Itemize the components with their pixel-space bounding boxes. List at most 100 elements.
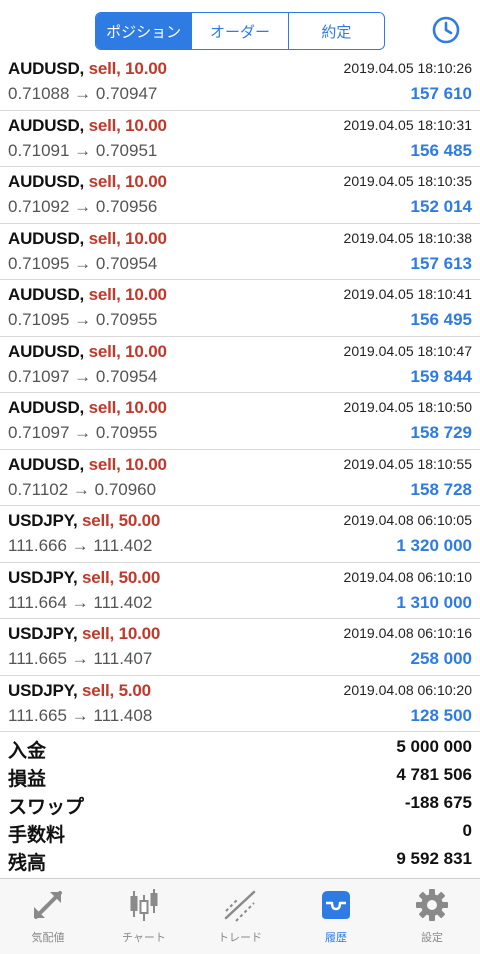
quotes-arrows-icon: [34, 891, 62, 919]
trade-prices: 111.665 → 111.408: [8, 705, 153, 725]
trade-time: 2019.04.08 06:10:20: [343, 681, 472, 698]
segment-orders[interactable]: オーダー: [191, 13, 287, 49]
trade-row[interactable]: AUDUSD, sell, 10.00 2019.04.05 18:10:41 …: [0, 280, 480, 337]
trade-symbol-line: USDJPY, sell, 5.00: [8, 680, 151, 700]
summary-swap: スワップ -188 675: [0, 790, 480, 818]
trade-symbol-line: AUDUSD, sell, 10.00: [8, 341, 167, 361]
trade-symbol: AUDUSD: [8, 228, 80, 248]
summary-label: 手数料: [8, 825, 66, 846]
trade-symbol: AUDUSD: [8, 172, 80, 191]
trade-symbol-line: AUDUSD, sell, 10.00: [8, 285, 167, 304]
trade-row[interactable]: AUDUSD, sell, 10.00 2019.04.05 18:10:47 …: [0, 337, 480, 393]
trade-prices: 111.666 → 111.402: [8, 536, 153, 555]
trade-side-volume: sell, 10.00: [88, 454, 167, 474]
candlestick-chart-icon: [130, 889, 158, 921]
trade-profit: 158 728: [410, 479, 472, 499]
trade-symbol-line: USDJPY, sell, 50.00: [8, 567, 161, 587]
trade-symbol-line: AUDUSD, sell, 10.00: [8, 172, 167, 191]
trade-side-volume: sell, 50.00: [82, 511, 161, 530]
trade-side-volume: sell, 10.00: [88, 398, 167, 417]
tab-label: 設定: [421, 932, 443, 944]
trade-symbol-line: AUDUSD, sell, 10.00: [8, 115, 167, 135]
trade-row[interactable]: AUDUSD, sell, 10.00 2019.04.05 18:10:26 …: [0, 54, 480, 111]
tab-settings[interactable]: 設定: [384, 879, 480, 954]
trade-time: 2019.04.05 18:10:55: [343, 455, 472, 472]
segmented-control: ポジション オーダー 約定: [95, 12, 385, 50]
trade-side-volume: sell, 5.00: [82, 680, 151, 700]
trade-symbol: USDJPY: [8, 511, 73, 530]
trade-profit: 156 495: [410, 310, 472, 329]
trade-prices: 0.71095 → 0.70954: [8, 253, 158, 273]
trade-side-volume: sell, 10.00: [88, 172, 167, 191]
segment-deals[interactable]: 約定: [287, 13, 384, 49]
summary-label: 入金: [8, 741, 47, 762]
trade-prices: 0.71102 → 0.70960: [8, 479, 157, 499]
summary-label: 残高: [8, 853, 47, 874]
trade-row[interactable]: AUDUSD, sell, 10.00 2019.04.05 18:10:38 …: [0, 224, 480, 280]
trade-prices: 0.71097 → 0.70955: [8, 423, 158, 442]
trade-time: 2019.04.05 18:10:38: [343, 229, 472, 246]
top-header: ポジション オーダー 約定: [0, 0, 480, 60]
trade-symbol: AUDUSD: [8, 341, 80, 361]
summary-value: 9 592 831: [396, 849, 472, 868]
trade-row[interactable]: AUDUSD, sell, 10.00 2019.04.05 18:10:35 …: [0, 167, 480, 224]
summary-deposit: 入金 5 000 000: [0, 734, 480, 762]
trade-symbol: USDJPY: [8, 624, 73, 643]
tab-chart[interactable]: チャート: [96, 879, 192, 954]
summary-label: スワップ: [8, 797, 85, 818]
trade-side-volume: sell, 10.00: [88, 59, 167, 78]
trade-row[interactable]: AUDUSD, sell, 10.00 2019.04.05 18:10:50 …: [0, 393, 480, 450]
trade-profit: 258 000: [410, 649, 472, 668]
summary-label: 損益: [8, 769, 47, 790]
trade-profit: 128 500: [410, 705, 472, 725]
trade-prices: 111.665 → 111.407: [8, 649, 153, 668]
trade-symbol: AUDUSD: [8, 115, 80, 135]
trade-prices: 0.71095 → 0.70955: [8, 310, 158, 329]
tab-history[interactable]: 履歴: [288, 879, 384, 954]
summary-value: 4 781 506: [396, 765, 472, 784]
trade-side-volume: sell, 10.00: [88, 115, 167, 135]
clock-icon[interactable]: [430, 14, 462, 46]
trade-symbol: AUDUSD: [8, 398, 80, 417]
trade-symbol-line: AUDUSD, sell, 10.00: [8, 398, 167, 417]
trade-row[interactable]: AUDUSD, sell, 10.00 2019.04.05 18:10:31 …: [0, 111, 480, 167]
tab-trade[interactable]: トレード: [192, 879, 288, 954]
summary-value: 5 000 000: [396, 737, 472, 756]
trade-side-volume: sell, 10.00: [88, 285, 167, 304]
trade-time: 2019.04.05 18:10:26: [343, 60, 472, 76]
tab-label: 履歴: [325, 932, 347, 944]
trade-row[interactable]: USDJPY, sell, 10.00 2019.04.08 06:10:16 …: [0, 619, 480, 676]
trade-prices: 0.71091 → 0.70951: [8, 140, 158, 160]
trade-time: 2019.04.05 18:10:47: [343, 342, 472, 359]
segment-positions[interactable]: ポジション: [96, 13, 192, 49]
trade-profit: 159 844: [410, 366, 472, 386]
tab-label: チャート: [122, 932, 166, 944]
trade-row[interactable]: AUDUSD, sell, 10.00 2019.04.05 18:10:55 …: [0, 450, 480, 506]
trade-time: 2019.04.05 18:10:35: [343, 173, 472, 189]
trade-prices: 111.664 → 111.402: [8, 592, 153, 612]
trade-symbol-line: USDJPY, sell, 10.00: [8, 624, 161, 643]
trade-row[interactable]: USDJPY, sell, 5.00 2019.04.08 06:10:20 1…: [0, 676, 480, 732]
tab-quotes[interactable]: 気配値: [0, 879, 96, 954]
trade-time: 2019.04.08 06:10:10: [343, 568, 472, 585]
trade-profit: 1 310 000: [396, 592, 472, 612]
trade-prices: 0.71097 → 0.70954: [8, 366, 158, 386]
trade-line-icon: [224, 890, 256, 922]
tab-label: トレード: [218, 932, 262, 944]
trade-prices: 0.71088 → 0.70947: [8, 84, 158, 103]
trade-symbol: USDJPY: [8, 680, 73, 700]
trade-profit: 158 729: [410, 423, 472, 442]
trade-symbol-line: AUDUSD, sell, 10.00: [8, 454, 167, 474]
trade-time: 2019.04.08 06:10:16: [343, 625, 472, 641]
bottom-tab-bar: 気配値 チャート トレード 履歴 設定: [0, 878, 480, 954]
trade-side-volume: sell, 10.00: [88, 228, 167, 248]
trade-time: 2019.04.05 18:10:50: [343, 399, 472, 415]
trade-symbol-line: AUDUSD, sell, 10.00: [8, 59, 167, 78]
trade-row[interactable]: USDJPY, sell, 50.00 2019.04.08 06:10:05 …: [0, 506, 480, 563]
account-summary: 入金 5 000 000 損益 4 781 506 スワップ -188 675 …: [0, 734, 480, 874]
trade-row[interactable]: USDJPY, sell, 50.00 2019.04.08 06:10:10 …: [0, 563, 480, 619]
trade-profit: 156 485: [410, 140, 472, 160]
tab-label: 気配値: [31, 932, 65, 944]
trade-prices: 0.71092 → 0.70956: [8, 197, 158, 216]
trade-side-volume: sell, 10.00: [88, 341, 167, 361]
